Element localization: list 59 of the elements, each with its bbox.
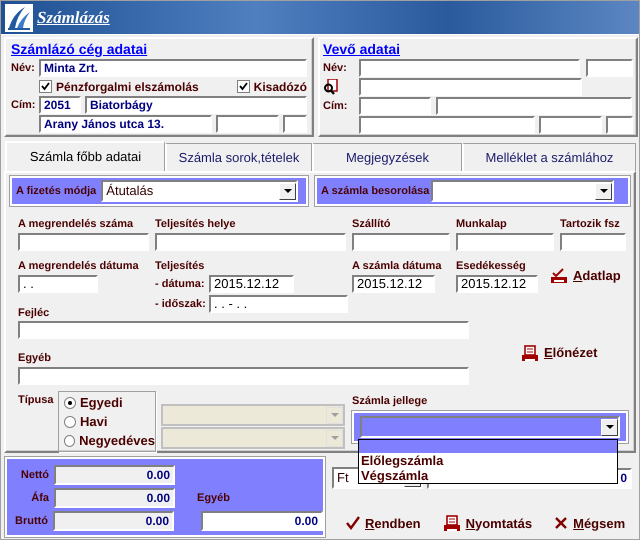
field-label: A számla besorolása	[321, 184, 430, 198]
window-title: Számlázás	[37, 6, 110, 29]
field-label: Bruttó	[14, 514, 48, 528]
field-label: Egyéb	[18, 351, 52, 365]
section-heading[interactable]: Számlázó cég adatai	[11, 40, 307, 58]
field-label: A megrendelés száma	[18, 217, 134, 231]
datasheet-button[interactable]: Adatlap	[550, 265, 621, 287]
field-label: A megrendelés dátuma	[18, 259, 140, 273]
field-label: Nettó	[20, 468, 49, 482]
field-label: Cím:	[323, 99, 348, 113]
name-field[interactable]: Minta Zrt.	[39, 59, 307, 77]
radio-label: Egyedi	[80, 396, 123, 410]
section-heading[interactable]: Vevő adatai	[323, 40, 633, 58]
field-label: A fizetés módja	[16, 184, 96, 198]
field-label: Számla jellege	[352, 395, 428, 407]
action-button[interactable]: Rendben	[346, 514, 421, 533]
field-label: Szállító	[352, 217, 392, 231]
tab[interactable]: Melléklet a számlához	[462, 143, 636, 171]
radio-label: Havi	[80, 415, 108, 429]
field-label: Teljesítés helye	[155, 217, 237, 231]
zip-field[interactable]: 2051	[39, 96, 81, 114]
payment-method-dropdown[interactable]: Átutalás	[101, 180, 298, 202]
field-label: Munkalap	[456, 217, 508, 231]
checkbox-label: Pénzforgalmi elszámolás	[56, 80, 199, 94]
action-button[interactable]: Nyomtatás	[442, 514, 532, 533]
field-label: Esedékesség	[456, 259, 527, 273]
action-button[interactable]: Mégsem	[554, 514, 626, 533]
field-label: - időszak:	[155, 297, 207, 311]
period-field[interactable]: . . - . .	[209, 295, 348, 313]
field-label: Név:	[323, 61, 348, 75]
field-label: Teljesítés	[155, 259, 206, 273]
field-label: Típusa	[18, 393, 54, 408]
field-label: Egyéb	[197, 490, 230, 504]
field-label: - dátuma:	[155, 277, 206, 291]
field-label: A számla dátuma	[352, 259, 442, 273]
date-field[interactable]: 2015.12.12	[456, 275, 538, 293]
amount-field[interactable]: 0.00	[53, 510, 174, 530]
combo-value: Átutalás	[106, 182, 154, 200]
combo-value: Ft	[337, 469, 349, 488]
field-label: Fejléc	[18, 306, 50, 320]
checkbox-label: Kisadózó	[254, 80, 307, 94]
field-label: Cím:	[11, 98, 35, 112]
radio-label: Negyedéves	[79, 434, 155, 448]
field-label: Név:	[11, 61, 35, 75]
dropdown-option[interactable]: Előlegszámla	[359, 453, 617, 468]
amount-field[interactable]: 0.00	[54, 464, 175, 484]
amount-field[interactable]: 0.00	[54, 488, 175, 508]
tab[interactable]: Számla főbb adatai	[5, 141, 165, 171]
tab[interactable]: Megjegyzések	[312, 143, 462, 171]
date-field[interactable]: 2015.12.12	[352, 275, 435, 293]
street-field[interactable]: Arany János utca 13.	[39, 115, 212, 133]
amount-field[interactable]: 0.00	[201, 510, 323, 530]
field-label: Áfa	[30, 490, 49, 504]
preview-button[interactable]: Előnézet	[521, 343, 598, 363]
city-field[interactable]: Biatorbágy	[85, 96, 307, 114]
tab[interactable]: Számla sorok,tételek	[165, 143, 312, 171]
date-field[interactable]: 2015.12.12	[209, 275, 294, 293]
field-label: Tartozik fsz	[560, 217, 621, 231]
date-field[interactable]: . .	[18, 275, 98, 293]
